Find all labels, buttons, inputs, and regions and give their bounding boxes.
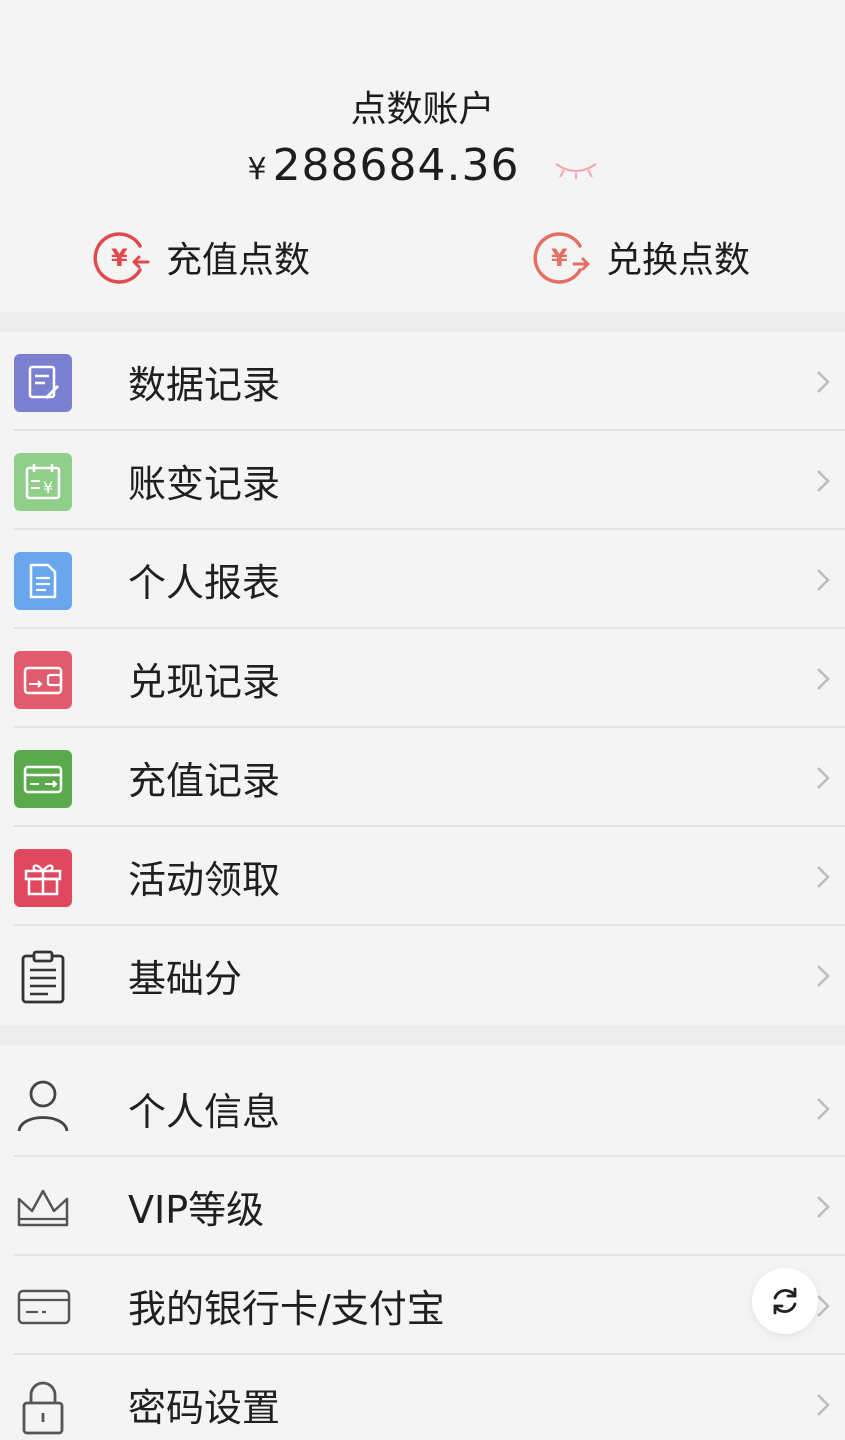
svg-text:¥: ¥ (111, 244, 128, 272)
recharge-points-button[interactable]: ¥ 充值点数 (90, 224, 310, 290)
yen-exchange-icon: ¥ (533, 232, 590, 284)
bank-card-icon (17, 1289, 71, 1325)
wallet-icon (14, 651, 72, 709)
svg-text:¥: ¥ (43, 478, 53, 497)
chevron-right-icon (817, 371, 830, 393)
menu-item-label: 数据记录 (128, 363, 281, 407)
refresh-icon (773, 1287, 797, 1315)
eye-closed-icon[interactable] (554, 158, 598, 180)
chevron-right-icon (817, 668, 830, 690)
clipboard-icon (21, 950, 65, 1004)
menu-item-label: 我的银行卡/支付宝 (128, 1287, 445, 1331)
menu-item-label: 个人报表 (128, 561, 281, 605)
account-actions: ¥ 充值点数 ¥ 兑换点数 (0, 224, 845, 290)
menu-item-activity-claim[interactable]: 活动领取 (0, 827, 845, 926)
menu-item-data-record[interactable]: 数据记录 (0, 332, 845, 431)
menu-item-withdraw-record[interactable]: 兑现记录 (0, 629, 845, 728)
svg-text:¥: ¥ (551, 244, 568, 272)
menu-item-label: VIP等级 (128, 1188, 265, 1232)
records-menu: 数据记录 ¥ 账变记录 个人报表 兑现记录 充值记录 活动领取 基础分 (0, 332, 845, 1025)
menu-item-vip-level[interactable]: VIP等级 (0, 1157, 845, 1256)
menu-item-label: 兑现记录 (128, 660, 281, 704)
chevron-right-icon (817, 1098, 830, 1120)
recharge-points-label: 充值点数 (166, 240, 311, 281)
menu-item-recharge-record[interactable]: 充值记录 (0, 728, 845, 827)
chevron-right-icon (817, 965, 830, 987)
refresh-button[interactable] (752, 1268, 818, 1334)
balance-amount: 288684.36 (272, 140, 520, 191)
chevron-right-icon (817, 470, 830, 492)
menu-item-personal-report[interactable]: 个人报表 (0, 530, 845, 629)
points-account-section: 点数账户 ¥ 288684.36 ¥ 充值点数 ¥ 兑换点数 (0, 0, 845, 312)
menu-item-base-score[interactable]: 基础分 (0, 926, 845, 1025)
menu-item-label: 充值记录 (128, 759, 281, 803)
crown-icon (17, 1189, 69, 1227)
card-icon (14, 750, 72, 808)
menu-item-label: 账变记录 (128, 462, 281, 506)
menu-item-label: 密码设置 (128, 1386, 281, 1430)
chevron-right-icon (817, 1394, 830, 1416)
menu-item-password-settings[interactable]: 密码设置 (0, 1355, 845, 1440)
chevron-right-icon (817, 1196, 830, 1218)
calendar-yen-icon: ¥ (14, 453, 72, 511)
menu-item-bank-card[interactable]: 我的银行卡/支付宝 (0, 1256, 845, 1355)
gift-icon (14, 849, 72, 907)
menu-item-balance-change[interactable]: ¥ 账变记录 (0, 431, 845, 530)
section-divider (0, 1025, 845, 1045)
lock-icon (22, 1381, 64, 1435)
exchange-points-label: 兑换点数 (606, 240, 751, 281)
settings-menu: 个人信息 VIP等级 我的银行卡/支付宝 密码设置 (0, 1045, 845, 1440)
currency-symbol: ¥ (247, 152, 267, 187)
balance-row: ¥ 288684.36 (0, 140, 845, 191)
menu-item-personal-info[interactable]: 个人信息 (0, 1045, 845, 1157)
user-icon (17, 1080, 69, 1132)
yen-recharge-icon: ¥ (93, 232, 150, 284)
chevron-right-icon (817, 866, 830, 888)
menu-item-label: 基础分 (128, 957, 243, 1001)
document-icon (14, 552, 72, 610)
chevron-right-icon (817, 569, 830, 591)
exchange-points-button[interactable]: ¥ 兑换点数 (530, 224, 750, 290)
menu-item-label: 活动领取 (128, 858, 281, 902)
chevron-right-icon (817, 767, 830, 789)
account-title: 点数账户 (350, 89, 495, 130)
data-record-icon (14, 354, 72, 412)
menu-item-label: 个人信息 (128, 1090, 281, 1134)
section-divider (0, 312, 845, 332)
